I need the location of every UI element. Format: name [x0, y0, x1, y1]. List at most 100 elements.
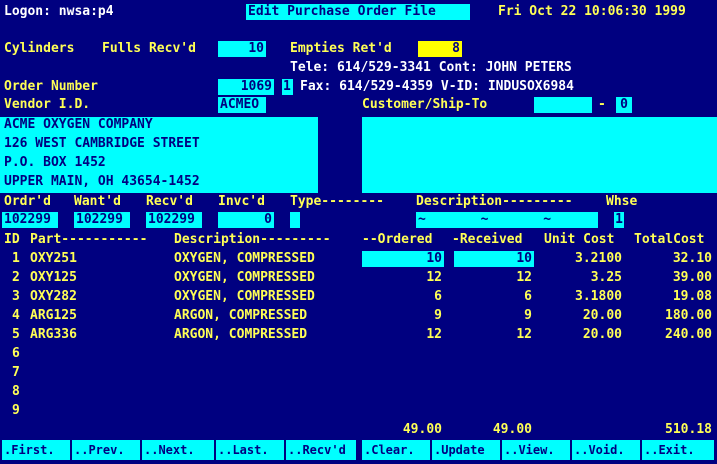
cylinders-label: Cylinders [4, 41, 75, 56]
cell-received: 6 [524, 289, 532, 304]
cell-unit-cost: 3.1800 [575, 289, 622, 304]
invoiced-date-label: Invc'd [218, 194, 265, 209]
cell-received: 12 [516, 270, 532, 285]
cell-description: ARGON, COMPRESSED [174, 327, 308, 342]
empties-label: Empties Ret'd [290, 41, 392, 56]
col-header-id: ID [4, 232, 20, 247]
fax-vid-text: Fax: 614/529-4359 V-ID: INDUSOX6984 [300, 79, 574, 94]
cell-received: 9 [524, 308, 532, 323]
cell-part: ARG336 [30, 327, 77, 342]
total-cost-sum: 510.18 [665, 422, 712, 437]
customer-address-box[interactable] [362, 117, 717, 193]
screen-title: Edit Purchase Order File [246, 4, 470, 20]
vendor-address-line: P.O. BOX 1452 [4, 155, 106, 170]
datetime: Fri Oct 22 10:06:30 1999 [498, 4, 686, 19]
cell-part: OXY251 [30, 251, 77, 266]
cell-received [452, 365, 532, 381]
cell-ordered: 12 [426, 327, 442, 342]
cell-id: 7 [12, 365, 20, 380]
wanted-date-input[interactable]: 102299 [74, 212, 130, 228]
cell-id: 4 [12, 308, 20, 323]
first-button[interactable]: .First. [2, 440, 70, 460]
last-button[interactable]: ..Last. [216, 440, 284, 460]
ordered-date-input[interactable]: 102299 [2, 212, 58, 228]
cell-ordered [362, 403, 442, 419]
col-header-received: -Received [452, 232, 523, 247]
cell-total: 32.10 [672, 251, 712, 266]
total-received: 49.00 [492, 422, 532, 437]
cell-part [30, 403, 150, 419]
received-qty-input[interactable]: 10 [454, 251, 534, 267]
cell-part [30, 346, 150, 362]
invoiced-date-input[interactable]: 0 [218, 212, 274, 228]
exit-button[interactable]: ..Exit. [642, 440, 714, 460]
order-number-label: Order Number [4, 79, 98, 94]
fulls-received-input[interactable]: 10 [218, 41, 266, 57]
clear-button[interactable]: .Clear. [362, 440, 430, 460]
next-button[interactable]: ..Next. [142, 440, 214, 460]
type-label: Type-------- [290, 194, 384, 209]
cell-description [174, 346, 354, 362]
cell-id: 8 [12, 384, 20, 399]
ordered-date-label: Ordr'd [4, 194, 51, 209]
customer-dash: - [598, 97, 606, 112]
order-suffix-input[interactable]: 1 [282, 79, 293, 95]
cell-unit-cost [534, 403, 622, 419]
cell-unit-cost: 3.25 [590, 270, 622, 285]
vendor-id-input[interactable]: ACMEO [218, 97, 266, 113]
cell-description: OXYGEN, COMPRESSED [174, 289, 315, 304]
cell-description [174, 384, 354, 400]
cell-total [624, 384, 712, 400]
vendor-id-label: Vendor I.D. [4, 97, 91, 112]
cell-unit-cost [534, 384, 622, 400]
tele-contact-text: Tele: 614/529-3341 Cont: JOHN PETERS [290, 60, 572, 75]
cell-ordered [362, 365, 442, 381]
vendor-address-line: UPPER MAIN, OH 43654-1452 [4, 174, 200, 189]
ordered-qty-input[interactable]: 10 [362, 251, 444, 267]
col-header-unit-cost: Unit Cost [544, 232, 615, 247]
order-number-input[interactable]: 1069 [218, 79, 274, 95]
cell-id: 5 [12, 327, 20, 342]
description-input[interactable]: ~ ~ ~ [416, 212, 598, 228]
cell-total: 240.00 [665, 327, 712, 342]
type-input[interactable] [290, 212, 300, 228]
cell-id: 3 [12, 289, 20, 304]
customer-suffix-input[interactable]: 0 [616, 97, 632, 113]
cell-received [452, 403, 532, 419]
cell-ordered: 6 [434, 289, 442, 304]
cell-received [452, 384, 532, 400]
customer-ship-to-label: Customer/Ship-To [362, 97, 488, 112]
fulls-label: Fulls Recv'd [102, 41, 196, 56]
cell-unit-cost [534, 365, 622, 381]
received-date-label: Recv'd [146, 194, 193, 209]
col-header-description: Description--------- [174, 232, 331, 247]
cell-part: OXY125 [30, 270, 77, 285]
cell-unit-cost: 20.00 [582, 327, 622, 342]
logon-text: Logon: nwsa:p4 [4, 4, 114, 19]
col-header-total-cost: TotalCost [634, 232, 705, 247]
vendor-address-line: ACME OXYGEN COMPANY [4, 117, 153, 132]
cell-ordered [362, 384, 442, 400]
update-button[interactable]: .Update [432, 440, 500, 460]
cell-total: 39.00 [672, 270, 712, 285]
customer-id-input[interactable] [534, 97, 592, 113]
col-header-part: Part----------- [30, 232, 148, 247]
cell-total [624, 403, 712, 419]
vendor-address-line: 126 WEST CAMBRIDGE STREET [4, 136, 200, 151]
cell-ordered: 12 [426, 270, 442, 285]
cell-description: ARGON, COMPRESSED [174, 308, 308, 323]
empties-returned-input[interactable]: 8 [418, 41, 462, 57]
receive-button[interactable]: ..Recv'd [286, 440, 356, 460]
cell-total: 180.00 [665, 308, 712, 323]
cell-id: 1 [12, 251, 20, 266]
cell-id: 9 [12, 403, 20, 418]
received-date-input[interactable]: 102299 [146, 212, 202, 228]
view-button[interactable]: ..View. [502, 440, 570, 460]
cell-id: 2 [12, 270, 20, 285]
warehouse-input[interactable]: 1 [614, 212, 624, 228]
cell-unit-cost [534, 346, 622, 362]
cell-description: OXYGEN, COMPRESSED [174, 270, 315, 285]
void-button[interactable]: ..Void. [572, 440, 640, 460]
prev-button[interactable]: ..Prev. [72, 440, 140, 460]
cell-ordered: 9 [434, 308, 442, 323]
